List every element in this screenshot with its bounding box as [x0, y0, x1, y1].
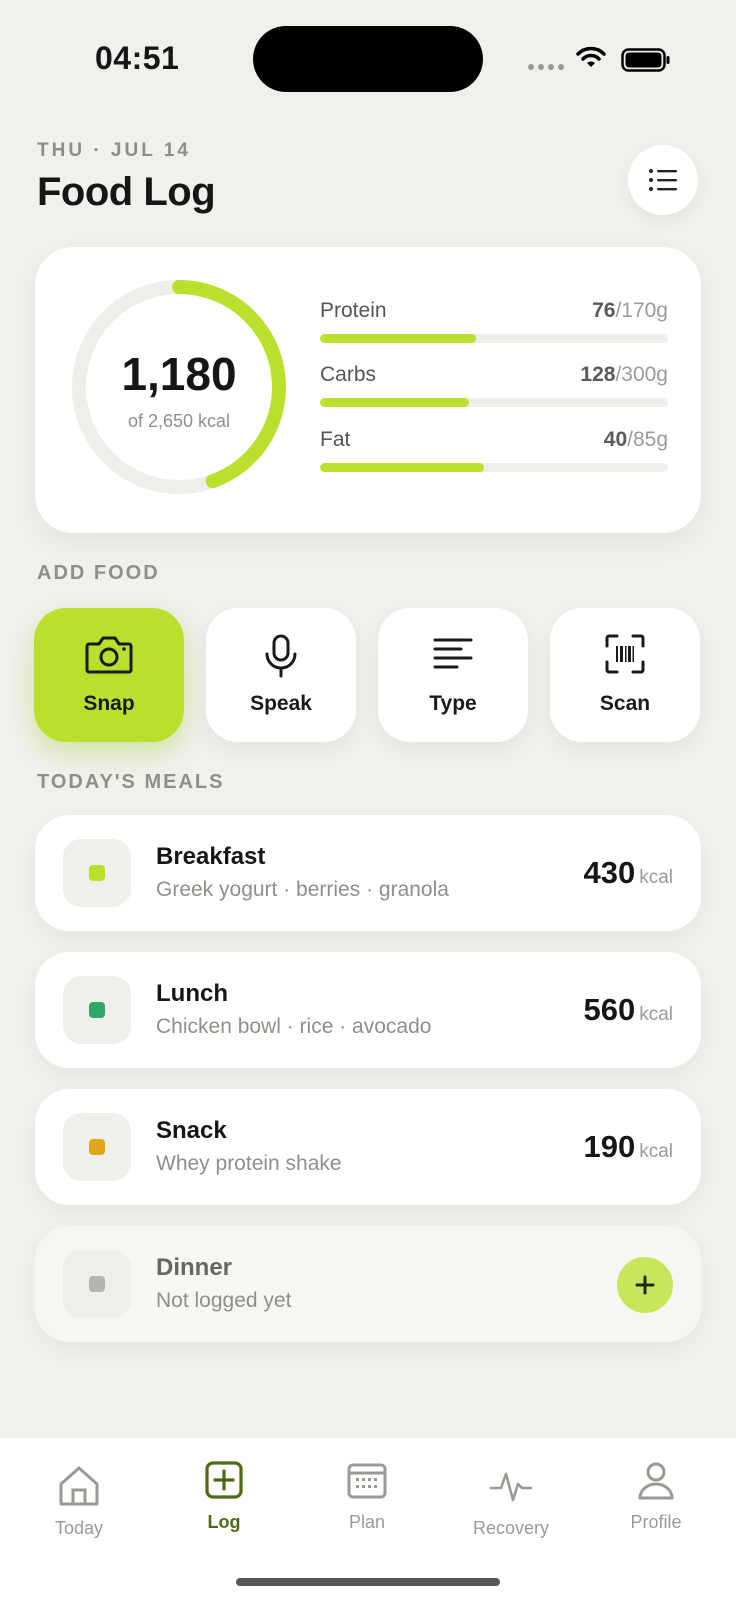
meal-name: Dinner — [156, 1254, 233, 1281]
wifi-icon — [576, 46, 606, 67]
calorie-summary-card: 1,180 of 2,650 kcal Protein 76/170g Carb… — [35, 247, 701, 533]
tab-label: Plan — [348, 1512, 386, 1532]
tab-label: Profile — [630, 1512, 682, 1532]
meal-card-lunch[interactable]: Lunch Chicken bowl · rice · avocado 560 k… — [35, 952, 701, 1068]
list-icon — [649, 169, 677, 191]
tab-plan[interactable]: Plan — [307, 1456, 427, 1546]
plus-icon — [635, 1275, 655, 1295]
meal-calories: 190 kcal — [583, 1129, 673, 1164]
plus-square-icon — [205, 1461, 243, 1499]
meal-icon — [63, 976, 131, 1044]
meal-card-snack[interactable]: Snack Whey protein shake 190 kcal — [35, 1089, 701, 1205]
tab-today[interactable]: Today — [19, 1462, 139, 1552]
home-icon — [59, 1466, 99, 1506]
speak-button[interactable]: Speak — [206, 608, 356, 742]
macro-carbs: Carbs 128/300g — [320, 363, 668, 407]
pulse-icon — [489, 1472, 533, 1502]
tab-label: Log — [207, 1512, 241, 1532]
add-food-heading: ADD FOOD — [37, 562, 160, 584]
meal-description: Chicken bowl · rice · avocado — [156, 1015, 432, 1038]
camera-icon — [85, 636, 133, 674]
calories-consumed: 1,180 — [121, 348, 237, 400]
calories-goal: of 2,650 kcal — [127, 411, 231, 431]
meal-description: Greek yogurt · berries · granola — [156, 878, 449, 901]
meal-name: Snack — [156, 1117, 227, 1144]
meal-icon — [63, 839, 131, 907]
meal-card-dinner[interactable]: Dinner Not logged yet — [35, 1226, 701, 1342]
add-dinner-button[interactable] — [617, 1257, 673, 1313]
meal-name: Breakfast — [156, 843, 266, 870]
text-lines-icon — [433, 638, 473, 669]
barcode-scan-icon — [605, 634, 645, 674]
tile-label: Speak — [250, 692, 312, 715]
dynamic-island — [253, 26, 483, 92]
tab-label: Recovery — [472, 1518, 550, 1538]
tile-label: Type — [429, 692, 477, 715]
macro-progress-bar — [320, 398, 668, 407]
bottom-tab-bar: Today Log Plan Recovery Profile — [0, 1438, 736, 1600]
macro-value: 40/85g — [603, 428, 668, 451]
meal-icon — [63, 1250, 131, 1318]
macro-progress-bar — [320, 463, 668, 472]
macro-value: 76/170g — [592, 299, 668, 322]
tab-log[interactable]: Log — [164, 1456, 284, 1546]
macro-fat: Fat 40/85g — [320, 428, 668, 472]
menu-button[interactable] — [628, 145, 698, 215]
battery-icon — [621, 48, 670, 72]
status-time: 04:51 — [95, 40, 180, 76]
snap-button[interactable]: Snap — [34, 608, 184, 742]
meal-icon — [63, 1113, 131, 1181]
meal-calories: 430 kcal — [583, 855, 673, 890]
cellular-signal-icon — [528, 64, 564, 70]
macro-progress-bar — [320, 334, 668, 343]
macro-protein: Protein 76/170g — [320, 299, 668, 343]
tile-label: Scan — [599, 692, 651, 715]
microphone-icon — [265, 634, 297, 678]
tab-label: Today — [54, 1518, 104, 1538]
calendar-icon — [347, 1463, 387, 1499]
scan-button[interactable]: Scan — [550, 608, 700, 742]
tile-label: Snap — [83, 692, 135, 715]
person-icon — [638, 1462, 674, 1500]
todays-meals-heading: TODAY'S MEALS — [37, 771, 225, 793]
meal-description: Not logged yet — [156, 1289, 292, 1312]
status-bar: 04:51 — [0, 0, 736, 120]
tab-profile[interactable]: Profile — [596, 1456, 716, 1546]
meal-name: Lunch — [156, 980, 228, 1007]
type-button[interactable]: Type — [378, 608, 528, 742]
meal-card-breakfast[interactable]: Breakfast Greek yogurt · berries · grano… — [35, 815, 701, 931]
macro-value: 128/300g — [580, 363, 668, 386]
meal-description: Whey protein shake — [156, 1152, 342, 1175]
tab-recovery[interactable]: Recovery — [451, 1462, 571, 1552]
meal-calories: 560 kcal — [583, 992, 673, 1027]
home-indicator — [236, 1578, 500, 1586]
page-title: Food Log — [37, 170, 216, 214]
date-label: THU · JUL 14 — [37, 140, 191, 161]
